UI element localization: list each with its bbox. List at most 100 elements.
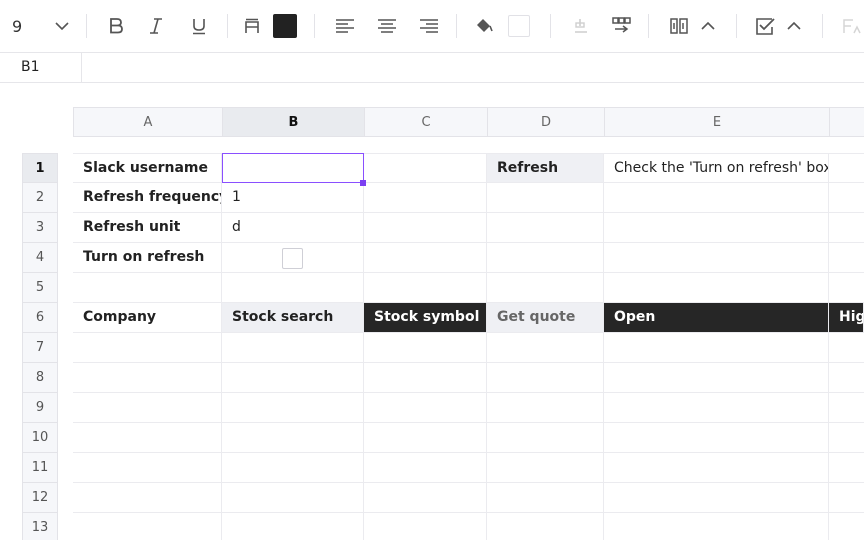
cell-d1[interactable]: Refresh: [487, 153, 604, 183]
row-header-7[interactable]: 7: [22, 333, 58, 363]
grid-cell[interactable]: [487, 243, 604, 273]
grid-cell[interactable]: [604, 333, 829, 363]
row-header-8[interactable]: 8: [22, 363, 58, 393]
column-header-c[interactable]: C: [364, 107, 487, 137]
row-header-12[interactable]: 12: [22, 483, 58, 513]
grid-cell[interactable]: [487, 213, 604, 243]
cell-f6[interactable]: High: [829, 303, 864, 333]
merge-cells-icon[interactable]: [609, 10, 633, 42]
grid-cell[interactable]: [829, 423, 864, 453]
grid-cell[interactable]: [604, 273, 829, 303]
row-header-1[interactable]: 1: [22, 153, 58, 183]
chevron-up-icon[interactable]: [783, 10, 805, 42]
grid-cell[interactable]: [73, 483, 222, 513]
grid-cell[interactable]: [222, 333, 364, 363]
selection-fill-handle[interactable]: [360, 180, 366, 186]
cell-a1[interactable]: Slack username: [73, 153, 222, 183]
grid-cell[interactable]: [487, 483, 604, 513]
grid-cell[interactable]: [487, 513, 604, 540]
row-header-13[interactable]: 13: [22, 513, 58, 540]
grid-cell[interactable]: [364, 243, 487, 273]
grid-cell[interactable]: [222, 483, 364, 513]
grid-cell[interactable]: [604, 423, 829, 453]
chevron-down-icon[interactable]: [50, 10, 74, 42]
grid-cell[interactable]: [364, 513, 487, 540]
align-right-icon[interactable]: [417, 10, 441, 42]
row-header-10[interactable]: 10: [22, 423, 58, 453]
grid-cell[interactable]: [73, 423, 222, 453]
row-header-4[interactable]: 4: [22, 243, 58, 273]
grid-cell[interactable]: [604, 183, 829, 213]
cell-a3[interactable]: Refresh unit: [73, 213, 222, 243]
grid-cell[interactable]: [222, 423, 364, 453]
grid-cell[interactable]: [487, 453, 604, 483]
grid-cell[interactable]: [829, 273, 864, 303]
text-color-icon[interactable]: [240, 10, 264, 42]
grid-cell[interactable]: [829, 153, 864, 183]
grid-cell[interactable]: [364, 153, 487, 183]
grid-cell[interactable]: [604, 393, 829, 423]
grid-cell[interactable]: [829, 453, 864, 483]
grid-cell[interactable]: [487, 183, 604, 213]
cell-e6[interactable]: Open: [604, 303, 829, 333]
grid-cell[interactable]: [364, 363, 487, 393]
grid-cell[interactable]: [829, 393, 864, 423]
insert-row-icon[interactable]: [568, 10, 592, 42]
row-header-11[interactable]: 11: [22, 453, 58, 483]
grid-cell[interactable]: [487, 393, 604, 423]
underline-icon[interactable]: [187, 10, 211, 42]
cell-e1[interactable]: Check the 'Turn on refresh' box: [604, 153, 829, 183]
grid-cell[interactable]: [604, 513, 829, 540]
grid-cell[interactable]: [829, 363, 864, 393]
cell-a6[interactable]: Company: [73, 303, 222, 333]
grid-cell[interactable]: [364, 333, 487, 363]
grid-cell[interactable]: [364, 393, 487, 423]
cell-b6[interactable]: Stock search: [222, 303, 364, 333]
column-header-e[interactable]: E: [604, 107, 829, 137]
italic-icon[interactable]: [144, 10, 168, 42]
cell-a2[interactable]: Refresh frequency: [73, 183, 222, 213]
cell-a4[interactable]: Turn on refresh: [73, 243, 222, 273]
font-icon[interactable]: [839, 10, 863, 42]
grid-cell[interactable]: [364, 453, 487, 483]
grid-cell[interactable]: [364, 423, 487, 453]
grid-cell[interactable]: [364, 483, 487, 513]
row-header-3[interactable]: 3: [22, 213, 58, 243]
grid-cell[interactable]: [829, 243, 864, 273]
cell-reference-box[interactable]: B1: [0, 53, 82, 82]
grid-cell[interactable]: [829, 513, 864, 540]
fill-color-swatch[interactable]: [506, 10, 531, 42]
cell-b3[interactable]: d: [222, 213, 364, 243]
grid-cell[interactable]: [604, 453, 829, 483]
grid-cell[interactable]: [829, 483, 864, 513]
cell-c6[interactable]: Stock symbol: [364, 303, 487, 333]
column-header-a[interactable]: A: [73, 107, 222, 137]
grid-cell[interactable]: [222, 453, 364, 483]
bold-icon[interactable]: [104, 10, 128, 42]
column-header-b[interactable]: B: [222, 107, 364, 137]
grid-cell[interactable]: [604, 213, 829, 243]
grid-cell[interactable]: [364, 183, 487, 213]
grid-cell[interactable]: [604, 483, 829, 513]
font-size-value[interactable]: 9: [12, 10, 40, 42]
grid-cell[interactable]: [829, 213, 864, 243]
row-header-6[interactable]: 6: [22, 303, 58, 333]
grid-cell[interactable]: [487, 363, 604, 393]
grid-cell[interactable]: [604, 243, 829, 273]
grid-cell[interactable]: [73, 363, 222, 393]
grid-cell[interactable]: [222, 393, 364, 423]
grid-cell[interactable]: [73, 333, 222, 363]
grid-cell[interactable]: [222, 513, 364, 540]
grid-cell[interactable]: [222, 273, 364, 303]
align-left-icon[interactable]: [333, 10, 357, 42]
grid-cell[interactable]: [73, 453, 222, 483]
formula-input[interactable]: [83, 53, 864, 82]
chevron-up-icon[interactable]: [697, 10, 719, 42]
column-header-f[interactable]: [829, 107, 864, 137]
column-header-d[interactable]: D: [487, 107, 604, 137]
chart-icon[interactable]: [667, 10, 691, 42]
cell-b2[interactable]: 1: [222, 183, 364, 213]
row-header-2[interactable]: 2: [22, 183, 58, 213]
grid-cell[interactable]: [364, 273, 487, 303]
grid-cell[interactable]: [487, 423, 604, 453]
